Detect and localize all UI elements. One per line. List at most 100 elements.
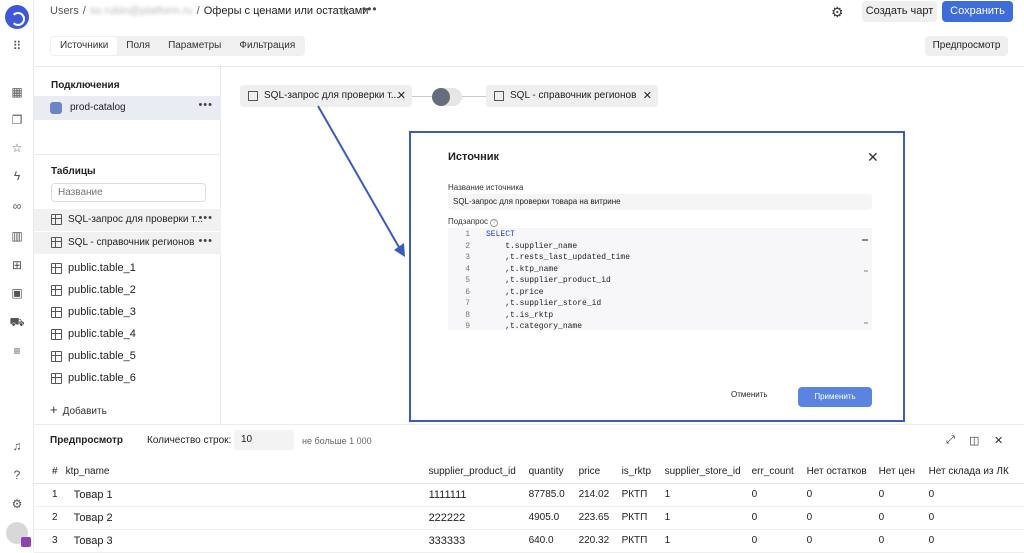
table-cell: 0	[875, 483, 925, 506]
sql-editor[interactable]: 1 2 3 4 5 6 7 8 9 SELECT t.supplier_name…	[448, 228, 872, 330]
preview-title: Предпросмотр	[50, 435, 123, 446]
table-row: 3 Товар 3 333333 640.0 220.32 РКТП 1 0 0…	[34, 529, 1024, 552]
minimap-marker	[864, 322, 868, 324]
rows-count-input[interactable]: 10	[234, 430, 294, 450]
code-line: ,t.category_name	[486, 322, 582, 330]
camera-icon[interactable]: ▣	[9, 285, 25, 301]
join-toggle[interactable]	[432, 88, 462, 106]
table-item[interactable]: public.table_4	[34, 324, 221, 346]
sql-source-item[interactable]: SQL - справочник регионов •••	[34, 232, 221, 254]
more-icon[interactable]: •••	[198, 99, 213, 111]
line-number: 7	[448, 299, 470, 308]
canvas-node-regions[interactable]: SQL - справочник регионов ✕	[486, 85, 658, 107]
code-line: ,t.supplier_product_id	[486, 276, 611, 285]
line-number: 9	[448, 322, 470, 330]
table-icon	[51, 237, 62, 248]
table-cell: 0	[748, 483, 803, 506]
table-cell: 4905.0	[525, 506, 575, 529]
settings-sliders-icon[interactable]: ≡	[9, 343, 25, 359]
tab-parameters[interactable]: Параметры	[159, 37, 230, 55]
add-source-button[interactable]: +Добавить	[50, 402, 107, 417]
table-cell: 2	[34, 506, 62, 529]
collections-icon[interactable]: ❐	[9, 112, 25, 128]
apply-button[interactable]: Применить	[798, 387, 872, 407]
code-line: ,t.ktp_name	[486, 265, 558, 274]
table-icon[interactable]: ⊞	[9, 257, 25, 273]
line-number: 4	[448, 265, 470, 274]
code-line: ,t.rests_last_updated_time	[486, 253, 630, 262]
table-header-row: # ktp_name supplier_product_id quantity …	[34, 460, 1024, 483]
expand-icon[interactable]: ⤢	[946, 434, 955, 447]
table-item[interactable]: public.table_2	[34, 280, 221, 302]
close-icon[interactable]: ✕	[994, 434, 1003, 447]
app-logo-icon[interactable]	[5, 5, 29, 29]
create-chart-button[interactable]: Создать чарт	[862, 1, 937, 22]
code-line: SELECT	[486, 230, 515, 239]
table-item[interactable]: public.table_1	[34, 258, 221, 280]
close-icon[interactable]: ✕	[643, 85, 652, 107]
dashboard-icon[interactable]: ▦	[9, 84, 25, 100]
more-icon[interactable]: •••	[198, 212, 213, 224]
tables-title: Таблицы	[51, 166, 96, 177]
help-icon[interactable]: ?	[490, 219, 498, 227]
favorites-star-icon[interactable]: ☆	[9, 140, 25, 156]
favorite-star-icon[interactable]: ☆	[339, 3, 351, 19]
close-icon[interactable]: ✕	[397, 85, 406, 107]
canvas-node-sql-query[interactable]: SQL-запрос для проверки т... ✕	[240, 85, 412, 107]
more-icon[interactable]: •••	[198, 235, 213, 247]
source-name-input[interactable]: SQL-запрос для проверки товара на витрин…	[448, 194, 872, 210]
table-search-input[interactable]	[51, 183, 206, 202]
table-item[interactable]: public.table_5	[34, 346, 221, 368]
table-cell: 0	[803, 506, 875, 529]
table-cell: 1	[661, 483, 748, 506]
bolt-icon[interactable]: ϟ	[9, 168, 25, 184]
table-cell: РКТП	[618, 506, 661, 529]
breadcrumb-workspace[interactable]: so.rubin@platform.ru	[90, 5, 193, 17]
preview-button[interactable]: Предпросмотр	[925, 36, 1008, 56]
tab-filtering[interactable]: Фильтрация	[230, 37, 304, 55]
breadcrumb-root[interactable]: Users	[50, 5, 79, 17]
table-cell: Товар 3	[62, 529, 425, 552]
apps-grid-icon[interactable]: ⠿	[9, 38, 25, 54]
avatar[interactable]	[6, 522, 28, 544]
cart-icon[interactable]: ⛟	[9, 314, 25, 330]
table-icon	[248, 91, 258, 101]
link-line	[412, 96, 432, 97]
tab-sources[interactable]: Источники	[51, 37, 117, 55]
line-number: 6	[448, 288, 470, 297]
split-view-icon[interactable]: ◫	[969, 434, 979, 447]
preview-panel: Предпросмотр Количество строк: 10 не бол…	[34, 424, 1024, 551]
table-icon	[494, 91, 504, 101]
table-cell: 0	[875, 529, 925, 552]
table-cell: 0	[748, 529, 803, 552]
save-button[interactable]: Сохранить	[942, 1, 1013, 22]
table-cell: 0	[925, 506, 1024, 529]
gear-icon[interactable]: ⚙	[9, 496, 25, 512]
code-line: ,t.is_rktp	[486, 311, 553, 320]
table-cell: Товар 1	[62, 483, 425, 506]
tab-fields[interactable]: Поля	[117, 37, 159, 55]
cancel-button[interactable]: Отменить	[731, 390, 768, 399]
table-cell: 87785.0	[525, 483, 575, 506]
table-item[interactable]: public.table_3	[34, 302, 221, 324]
table-icon	[51, 351, 62, 362]
sql-source-item[interactable]: SQL-запрос для проверки т... •••	[34, 209, 221, 231]
table-item[interactable]: public.table_6	[34, 368, 221, 390]
notification-bell-icon[interactable]: ♫	[9, 438, 25, 454]
table-cell: Товар 2	[62, 506, 425, 529]
table-label: public.table_1	[68, 262, 136, 274]
node-label: SQL - справочник регионов	[510, 90, 636, 101]
table-icon	[51, 285, 62, 296]
links-icon[interactable]: ∞	[9, 198, 25, 214]
table-icon	[51, 263, 62, 274]
gear-icon[interactable]: ⚙	[831, 4, 844, 21]
table-row: 2 Товар 2 222222 4905.0 223.65 РКТП 1 0 …	[34, 506, 1024, 529]
column-header: is_rktp	[618, 460, 661, 483]
close-icon[interactable]: ✕	[867, 149, 879, 166]
column-header: #	[34, 460, 62, 483]
help-icon[interactable]: ?	[9, 467, 25, 483]
connection-item[interactable]: prod-catalog •••	[34, 96, 221, 120]
charts-icon[interactable]: ▥	[9, 228, 25, 244]
table-cell: 0	[925, 529, 1024, 552]
more-menu-icon[interactable]: •••	[362, 2, 378, 16]
